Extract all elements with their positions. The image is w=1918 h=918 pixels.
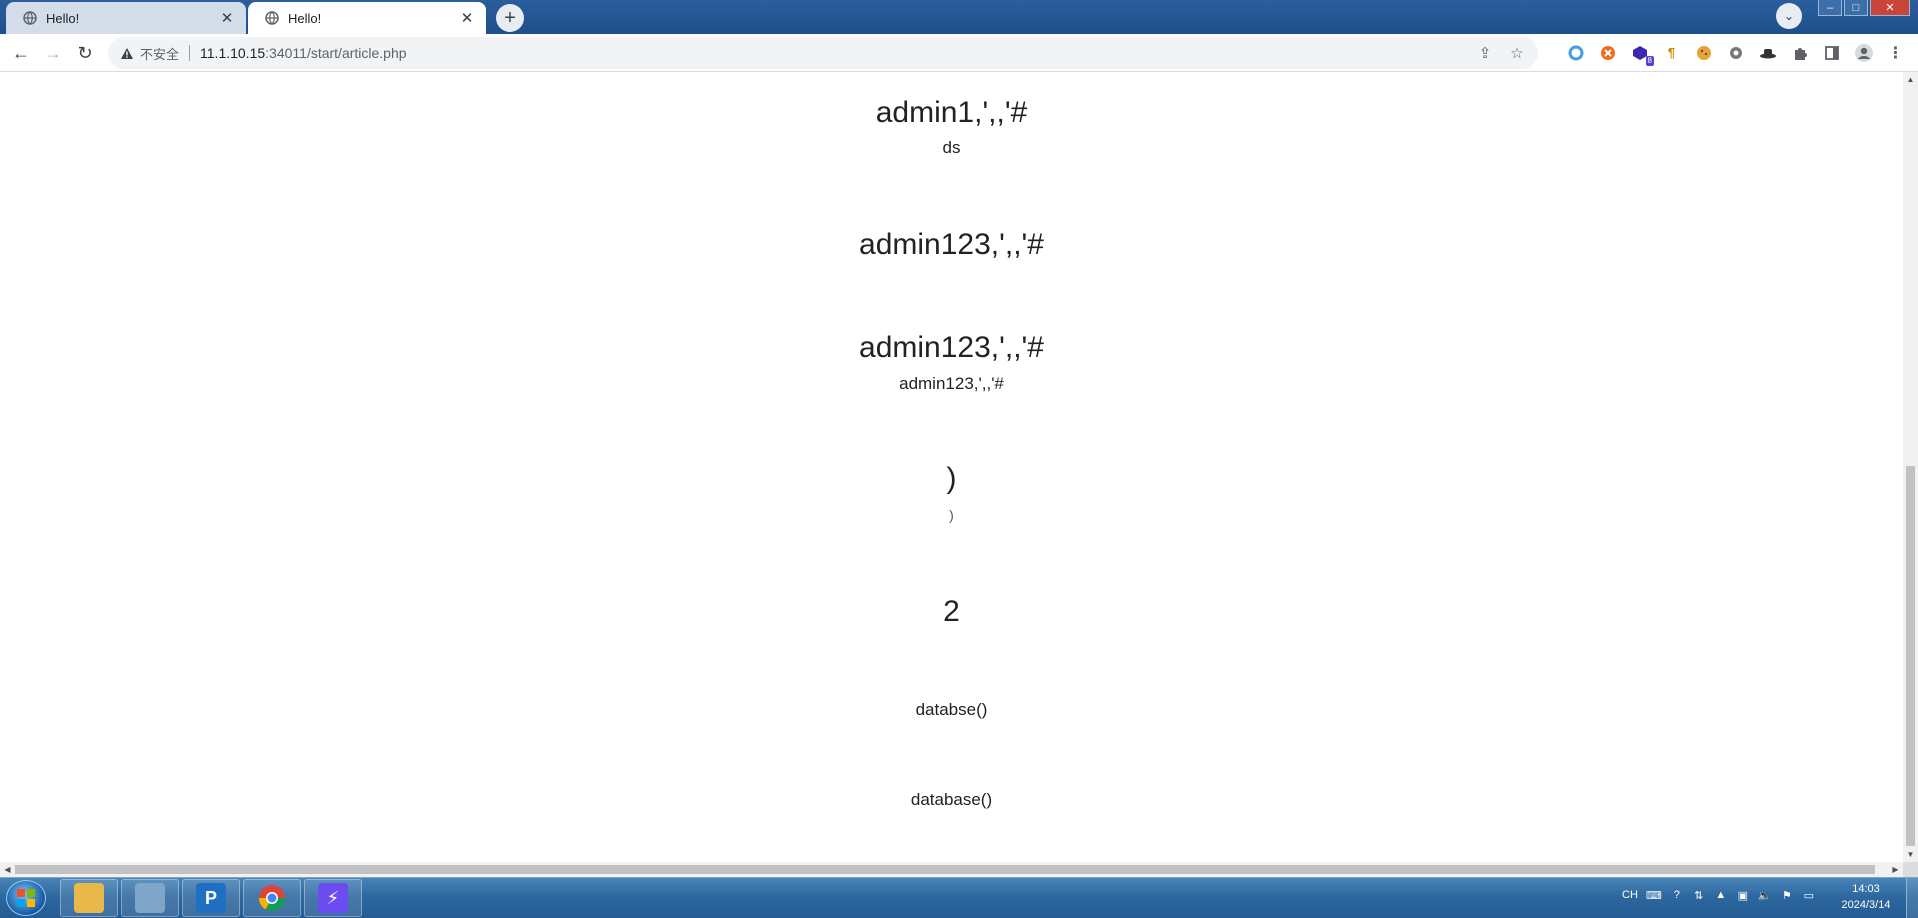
url-host[interactable]: 11.1.10.15 xyxy=(200,45,265,61)
x-extension-icon[interactable] xyxy=(1597,42,1618,63)
page-viewport: admin1,',,'# ds admin123,',,'# admin123,… xyxy=(0,72,1903,862)
address-bar[interactable]: 不安全 11.1.10.15:34011/start/article.php ⇪… xyxy=(108,37,1538,69)
circle-extension-icon[interactable] xyxy=(1565,42,1586,63)
kebab-menu-icon[interactable]: ⋮ xyxy=(1885,42,1906,63)
cube-extension-icon[interactable]: 8 xyxy=(1629,42,1654,66)
scroll-down-arrow-icon[interactable]: ▼ xyxy=(1903,847,1918,862)
horizontal-scroll-thumb[interactable] xyxy=(15,865,1875,874)
entry-heading: 2 xyxy=(943,595,960,628)
tab-title: Hello! xyxy=(46,10,80,26)
warning-icon[interactable] xyxy=(118,47,136,60)
forward-button[interactable]: → xyxy=(40,40,66,66)
power-icon[interactable]: ▭ xyxy=(1802,886,1816,904)
entry-subtext: database() xyxy=(910,790,993,809)
star-icon[interactable]: ☆ xyxy=(1508,44,1526,62)
url-path[interactable]: :34011/start/article.php xyxy=(265,45,406,61)
notepad-icon xyxy=(135,883,165,913)
back-button[interactable]: ← xyxy=(8,40,34,66)
tab-inactive[interactable]: Hello! ✕ xyxy=(6,2,246,34)
taskbar-p-app[interactable]: P xyxy=(182,879,240,917)
omnibox-actions: ⇪ ☆ xyxy=(1476,44,1526,62)
taskbar-notepad[interactable] xyxy=(121,879,179,917)
tab-title: Hello! xyxy=(288,10,322,26)
tray-expand-icon[interactable]: ▲ xyxy=(1714,886,1728,904)
minimize-button[interactable]: – xyxy=(1818,0,1842,16)
globe-icon xyxy=(22,10,38,26)
vertical-scrollbar[interactable]: ▲ ▼ xyxy=(1903,72,1918,862)
browser-toolbar: ← → ↻ 不安全 11.1.10.15:34011/start/article… xyxy=(0,34,1918,72)
tab-search-icon[interactable]: ⌄ xyxy=(1776,3,1802,29)
language-indicator[interactable]: CH xyxy=(1622,886,1638,904)
profile-icon[interactable] xyxy=(1853,42,1874,63)
taskbar-chrome[interactable] xyxy=(243,879,301,917)
keyboard-icon[interactable]: ⌨ xyxy=(1646,886,1662,904)
entry-subtext: databse() xyxy=(915,700,988,719)
share-icon[interactable]: ⇪ xyxy=(1476,44,1494,62)
p-app-icon: P xyxy=(196,883,226,913)
ime-icon[interactable]: ⇅ xyxy=(1692,886,1706,904)
help-icon[interactable]: ? xyxy=(1670,886,1684,904)
tab-strip: Hello! ✕ Hello! ✕ + ⌄ – □ ✕ xyxy=(0,0,1918,34)
entry-subtext: ) xyxy=(949,507,954,523)
clock-date: 2024/3/14 xyxy=(1841,899,1891,911)
volume-icon[interactable]: 🔈 xyxy=(1758,886,1772,904)
paragraph-extension-icon[interactable]: ¶ xyxy=(1661,42,1682,63)
window-controls: – □ ✕ xyxy=(1818,0,1910,16)
close-icon[interactable]: ✕ xyxy=(458,9,476,27)
system-tray: CH ⌨ ? ⇅ ▲ ▣ 🔈 ⚑ ▭ xyxy=(1622,886,1816,904)
clock-time: 14:03 xyxy=(1852,883,1880,895)
extension-icons: 8 ¶ ⋮ xyxy=(1565,42,1906,66)
scrollbar-corner xyxy=(1903,862,1918,877)
action-center-flag-icon[interactable]: ⚑ xyxy=(1780,886,1794,904)
system-clock[interactable]: 14:03 2024/3/14 xyxy=(1830,881,1902,913)
show-desktop-button[interactable] xyxy=(1906,878,1918,918)
scroll-up-arrow-icon[interactable]: ▲ xyxy=(1903,72,1918,87)
horizontal-scrollbar[interactable]: ◀ ▶ xyxy=(0,862,1903,877)
puzzle-icon[interactable] xyxy=(1789,42,1810,63)
globe-icon xyxy=(264,10,280,26)
close-icon[interactable]: ✕ xyxy=(218,9,236,27)
vertical-scroll-thumb[interactable] xyxy=(1906,466,1915,846)
window-close-button[interactable]: ✕ xyxy=(1870,0,1910,16)
gear-extension-icon[interactable] xyxy=(1725,42,1746,63)
entry-heading: admin1,',,'# xyxy=(875,96,1028,129)
tab-active[interactable]: Hello! ✕ xyxy=(248,2,486,34)
entry-heading: admin123,',,'# xyxy=(859,228,1044,261)
entry-subtext: admin123,',,'# xyxy=(899,374,1004,393)
folder-icon xyxy=(74,883,104,913)
scroll-left-arrow-icon[interactable]: ◀ xyxy=(0,862,15,877)
bolt-icon: ⚡ xyxy=(318,883,348,913)
entry-heading: admin123,',,'# xyxy=(859,331,1044,364)
maximize-button[interactable]: □ xyxy=(1844,0,1868,16)
new-tab-button[interactable]: + xyxy=(496,4,524,32)
cookie-extension-icon[interactable] xyxy=(1693,42,1714,63)
reload-button[interactable]: ↻ xyxy=(72,40,98,66)
network-icon[interactable]: ▣ xyxy=(1736,886,1750,904)
sidebar-icon[interactable] xyxy=(1821,42,1842,63)
windows-taskbar: P ⚡ CH ⌨ ? ⇅ ▲ ▣ 🔈 ⚑ ▭ 14:03 2024/3/14 xyxy=(0,877,1918,918)
extension-badge: 8 xyxy=(1645,56,1654,66)
divider xyxy=(189,45,191,61)
entry-subtext: ds xyxy=(942,138,961,157)
chrome-icon xyxy=(257,883,287,913)
entry-heading: ) xyxy=(946,462,957,495)
scroll-right-arrow-icon[interactable]: ▶ xyxy=(1888,862,1903,877)
security-label[interactable]: 不安全 xyxy=(140,44,179,63)
hat-extension-icon[interactable] xyxy=(1757,42,1778,63)
taskbar-bolt-app[interactable]: ⚡ xyxy=(304,879,362,917)
taskbar-file-explorer[interactable] xyxy=(60,879,118,917)
start-button[interactable] xyxy=(6,880,46,916)
